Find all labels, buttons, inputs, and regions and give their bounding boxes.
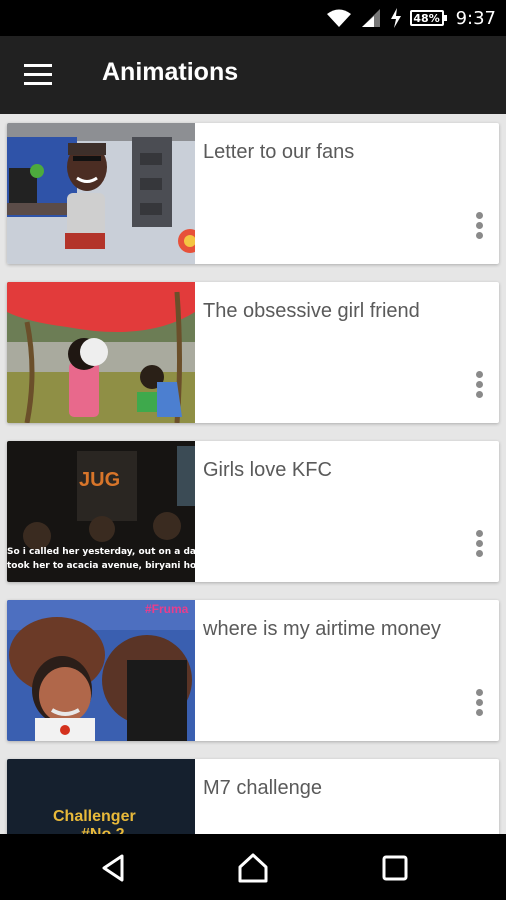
video-thumbnail[interactable]	[7, 282, 195, 423]
status-bar: 48% 9:37	[0, 0, 506, 36]
video-card[interactable]: Letter to our fans	[7, 123, 499, 264]
system-nav-bar	[0, 834, 506, 900]
video-thumbnail[interactable]: Challenger #No 2	[7, 759, 195, 834]
thumb-subtitle-line-2: took her to acacia avenue, biryani hou	[7, 561, 195, 571]
page-title: Animations	[102, 58, 239, 86]
video-title[interactable]: where is my airtime money	[203, 618, 441, 641]
video-list[interactable]: Letter to our fans The obsessive girl fr…	[0, 114, 506, 834]
wifi-icon	[326, 9, 351, 27]
battery-icon: 48%	[409, 10, 447, 26]
status-time: 9:37	[455, 7, 496, 29]
more-options-icon[interactable]	[471, 369, 487, 405]
video-title[interactable]: Girls love KFC	[203, 459, 332, 482]
video-title[interactable]: The obsessive girl friend	[203, 300, 420, 323]
video-card[interactable]: Challenger #No 2 M7 challenge	[7, 759, 499, 834]
video-card[interactable]: The obsessive girl friend	[7, 282, 499, 423]
video-card[interactable]: #Fruma where is my airtime money	[7, 600, 499, 741]
battery-level: 48%	[413, 11, 440, 25]
app-bar: Animations	[0, 36, 506, 114]
video-thumbnail[interactable]: #Fruma	[7, 600, 195, 741]
thumb-challenger-text: Challenger	[53, 808, 136, 825]
video-card[interactable]: JUG So i called her yesterday, out on a …	[7, 441, 499, 582]
video-title[interactable]: M7 challenge	[203, 777, 322, 800]
status-icons: 48% 9:37	[326, 0, 496, 36]
more-options-icon[interactable]	[471, 528, 487, 564]
thumb-number-text: #No 2	[81, 826, 125, 834]
hamburger-menu-icon[interactable]	[24, 64, 54, 86]
thumb-subtitle-line-1: So i called her yesterday, out on a da	[7, 547, 195, 557]
charging-icon	[390, 8, 401, 28]
more-options-icon[interactable]	[471, 210, 487, 246]
recents-icon[interactable]	[372, 846, 416, 890]
signal-icon	[361, 9, 380, 27]
video-thumbnail[interactable]	[7, 123, 195, 264]
video-thumbnail[interactable]: JUG So i called her yesterday, out on a …	[7, 441, 195, 582]
video-title[interactable]: Letter to our fans	[203, 141, 354, 164]
more-options-icon[interactable]	[471, 687, 487, 723]
home-icon[interactable]	[231, 846, 275, 890]
thumb-logo-text: JUG	[79, 469, 120, 491]
thumb-hashtag-text: #Fruma	[145, 602, 189, 616]
back-icon[interactable]	[92, 846, 136, 890]
